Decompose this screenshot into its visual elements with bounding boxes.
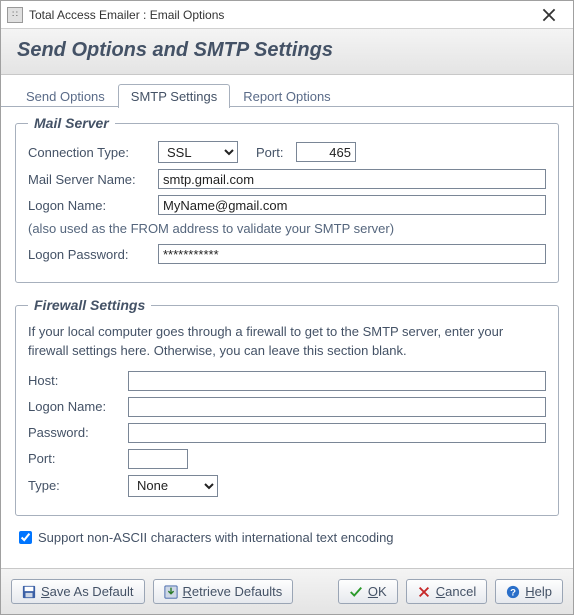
button-bar: Save As Default Retrieve Defaults OK Can… bbox=[1, 568, 573, 614]
close-button[interactable] bbox=[529, 3, 569, 27]
mail-server-name-label: Mail Server Name: bbox=[28, 172, 158, 187]
cancel-icon bbox=[417, 585, 431, 599]
save-icon bbox=[22, 585, 36, 599]
connection-type-select[interactable]: SSL bbox=[158, 141, 238, 163]
mail-logon-note: (also used as the FROM address to valida… bbox=[28, 221, 546, 236]
firewall-password-label: Password: bbox=[28, 425, 128, 440]
mail-logon-name-label: Logon Name: bbox=[28, 198, 158, 213]
mail-server-name-input[interactable] bbox=[158, 169, 546, 189]
app-icon: ∷ bbox=[7, 7, 23, 23]
mail-logon-name-input[interactable] bbox=[158, 195, 546, 215]
retrieve-icon bbox=[164, 585, 178, 599]
mail-port-input[interactable] bbox=[296, 142, 356, 162]
help-icon: ? bbox=[506, 585, 520, 599]
encoding-label: Support non-ASCII characters with intern… bbox=[38, 530, 394, 545]
firewall-legend: Firewall Settings bbox=[28, 297, 151, 313]
ok-button[interactable]: OK bbox=[338, 579, 398, 604]
tab-content: Mail Server Connection Type: SSL Port: M… bbox=[1, 106, 573, 568]
encoding-checkbox[interactable] bbox=[19, 531, 32, 544]
firewall-port-label: Port: bbox=[28, 451, 128, 466]
header: Send Options and SMTP Settings bbox=[1, 29, 573, 75]
firewall-group: Firewall Settings If your local computer… bbox=[15, 297, 559, 516]
mail-password-input[interactable] bbox=[158, 244, 546, 264]
firewall-password-input[interactable] bbox=[128, 423, 546, 443]
firewall-logon-input[interactable] bbox=[128, 397, 546, 417]
svg-text:?: ? bbox=[510, 587, 516, 598]
retrieve-defaults-button[interactable]: Retrieve Defaults bbox=[153, 579, 294, 604]
tab-send-options[interactable]: Send Options bbox=[13, 84, 118, 108]
mail-server-group: Mail Server Connection Type: SSL Port: M… bbox=[15, 115, 559, 283]
firewall-logon-label: Logon Name: bbox=[28, 399, 128, 414]
firewall-port-input[interactable] bbox=[128, 449, 188, 469]
tab-smtp-settings[interactable]: SMTP Settings bbox=[118, 84, 230, 108]
help-button[interactable]: ? Help bbox=[495, 579, 563, 604]
firewall-host-input[interactable] bbox=[128, 371, 546, 391]
titlebar: ∷ Total Access Emailer : Email Options bbox=[1, 1, 573, 29]
window-title: Total Access Emailer : Email Options bbox=[29, 8, 529, 22]
save-default-button[interactable]: Save As Default bbox=[11, 579, 145, 604]
firewall-type-label: Type: bbox=[28, 478, 128, 493]
mail-password-label: Logon Password: bbox=[28, 247, 158, 262]
connection-type-label: Connection Type: bbox=[28, 145, 158, 160]
mail-server-legend: Mail Server bbox=[28, 115, 115, 131]
close-icon bbox=[542, 8, 556, 22]
check-icon bbox=[349, 585, 363, 599]
firewall-host-label: Host: bbox=[28, 373, 128, 388]
tabs: Send Options SMTP Settings Report Option… bbox=[1, 75, 573, 107]
firewall-type-select[interactable]: None bbox=[128, 475, 218, 497]
page-title: Send Options and SMTP Settings bbox=[17, 39, 557, 62]
mail-port-label: Port: bbox=[256, 145, 296, 160]
cancel-button[interactable]: Cancel bbox=[406, 579, 487, 604]
tab-report-options[interactable]: Report Options bbox=[230, 84, 343, 108]
firewall-note: If your local computer goes through a fi… bbox=[28, 323, 546, 361]
